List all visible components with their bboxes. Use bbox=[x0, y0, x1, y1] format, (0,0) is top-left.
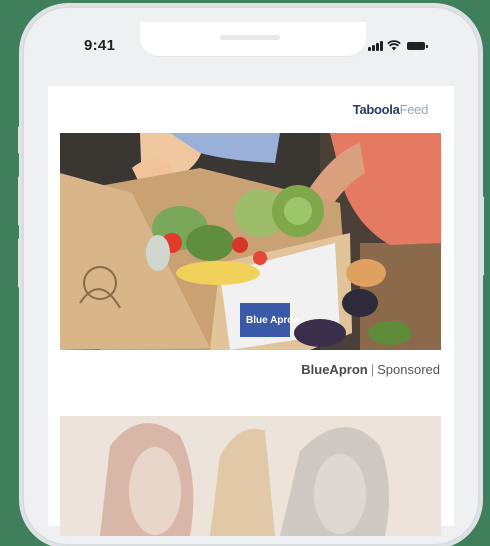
ad-image-blue-apron[interactable]: Blue Apron bbox=[60, 133, 441, 350]
sponsored-text: Sponsored bbox=[377, 362, 440, 377]
battery-icon bbox=[406, 42, 428, 50]
separator: | bbox=[370, 362, 375, 377]
phone-side-button bbox=[18, 176, 22, 226]
brand-suffix: Feed bbox=[399, 102, 429, 117]
signal-icon bbox=[368, 40, 383, 51]
phone-speaker bbox=[220, 35, 280, 40]
phone-side-button bbox=[18, 238, 22, 288]
feed-screen: TaboolaFeed Blue Apron BlueApron | Spons… bbox=[48, 86, 454, 536]
next-ad-photo bbox=[60, 416, 441, 536]
status-icons bbox=[368, 40, 428, 51]
wifi-icon bbox=[387, 40, 401, 51]
sponsored-label[interactable]: BlueApron | Sponsored bbox=[301, 362, 440, 377]
taboola-feed-logo[interactable]: TaboolaFeed bbox=[352, 102, 429, 117]
ad-image-next[interactable] bbox=[60, 416, 441, 536]
phone-side-button bbox=[18, 126, 22, 154]
phone-side-button bbox=[480, 196, 484, 276]
meal-kit-photo: Blue Apron bbox=[60, 133, 441, 350]
advertiser-name: BlueApron bbox=[301, 362, 368, 377]
status-time: 9:41 bbox=[84, 37, 116, 54]
brand-name: Taboola bbox=[352, 102, 400, 117]
box-print: Blue Apron bbox=[246, 315, 300, 326]
